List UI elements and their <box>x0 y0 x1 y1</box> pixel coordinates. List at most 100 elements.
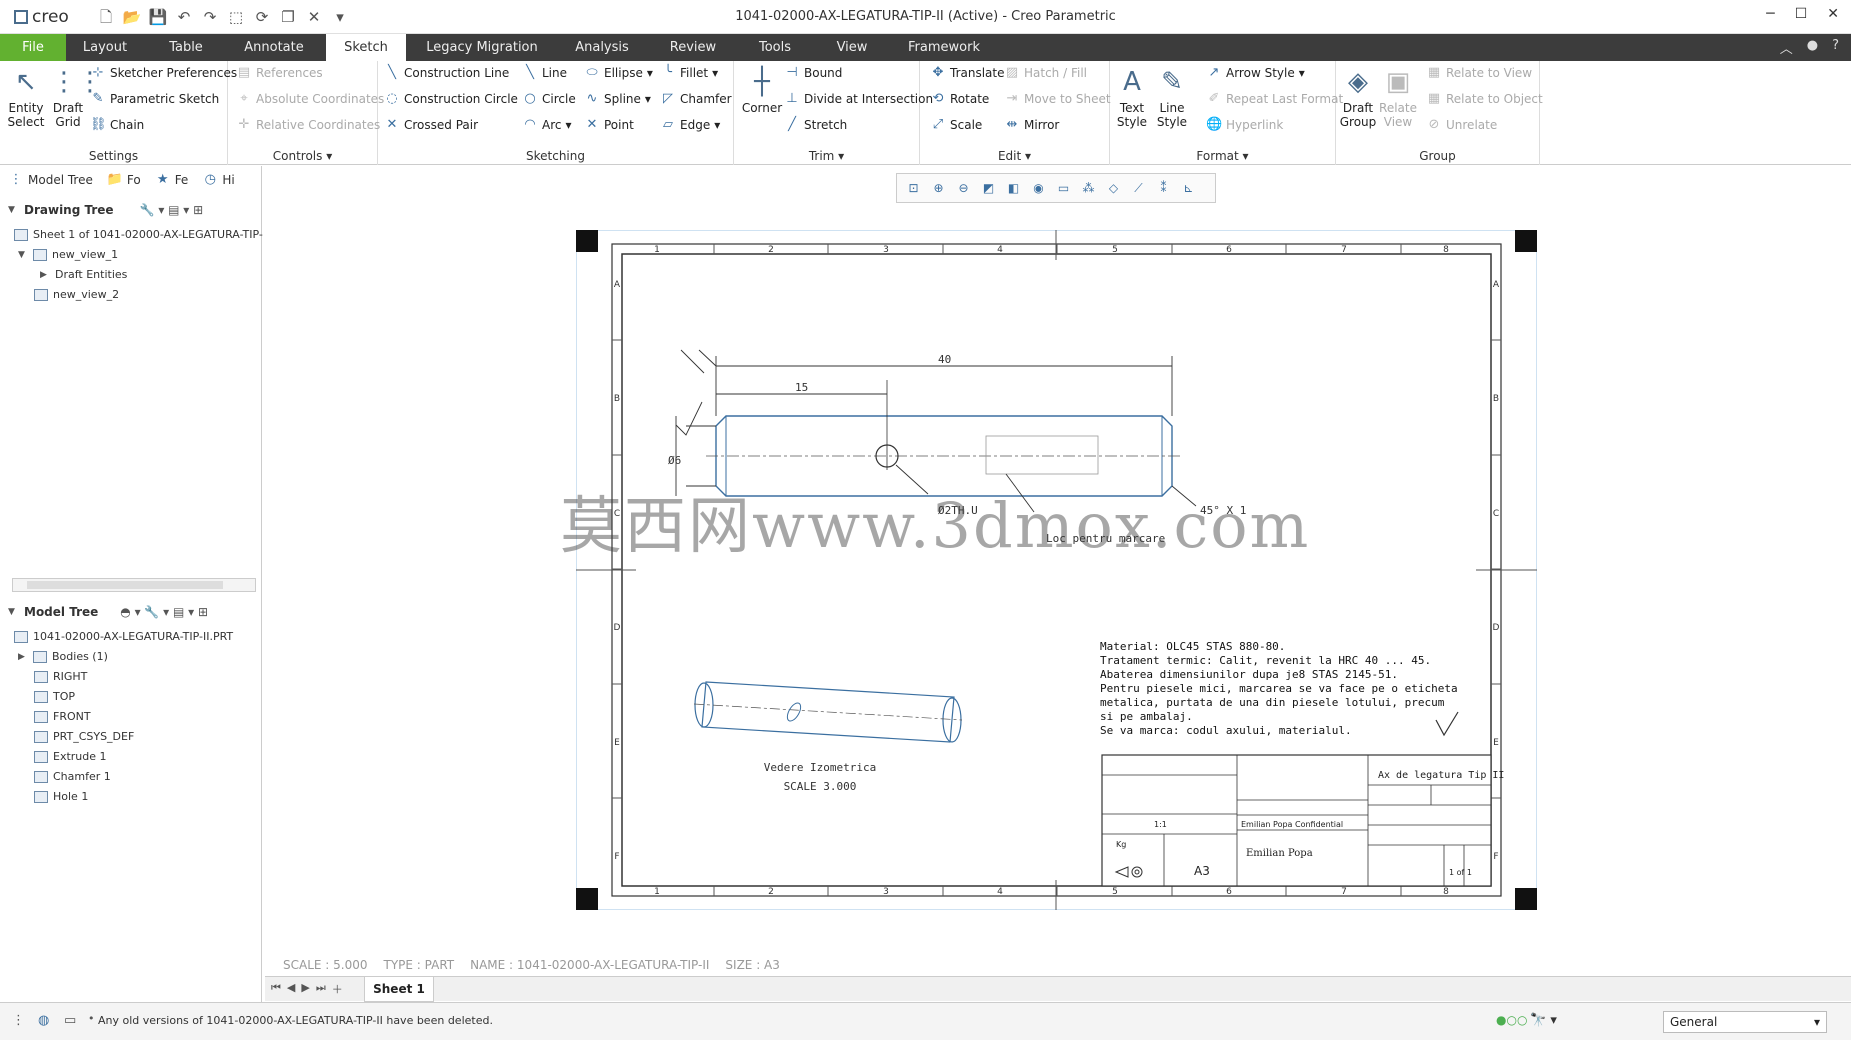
axis-display-icon[interactable]: ⟋ <box>1128 178 1149 198</box>
tree-item-part[interactable]: 1041-02000-AX-LEGATURA-TIP-II.PRT <box>14 630 233 643</box>
tab-model-tree[interactable]: ⋮ Model Tree <box>8 172 93 188</box>
tree-item-bodies[interactable]: ▶ Bodies (1) <box>18 650 108 663</box>
sheet-tab-1[interactable]: Sheet 1 <box>364 977 434 1002</box>
fillet-button[interactable]: ╰ Fillet ▾ <box>660 65 718 81</box>
collapse-ribbon-icon[interactable]: ︿ <box>1780 38 1793 57</box>
stretch-button[interactable]: ╱ Stretch <box>784 117 847 133</box>
first-sheet-icon[interactable]: ⏮ <box>271 981 281 997</box>
show-navigator-icon[interactable]: ⋮ <box>12 1013 25 1028</box>
point-button[interactable]: ✕ Point <box>584 117 634 133</box>
full-screen-icon[interactable]: ▭ <box>64 1013 76 1028</box>
regenerate-icon[interactable]: ⟳ <box>252 8 272 26</box>
edge-button[interactable]: ▱ Edge ▾ <box>660 117 720 133</box>
tree-item-draft-entities[interactable]: ▶ Draft Entities <box>40 268 127 281</box>
construction-line-button[interactable]: ╲ Construction Line <box>384 65 509 81</box>
bound-button[interactable]: ⊣ Bound <box>784 65 842 81</box>
add-sheet-icon[interactable]: ＋ <box>332 981 343 997</box>
drawing-tree-header[interactable]: ▼ Drawing Tree 🔧 ▾ ▤ ▾ ⊞ <box>8 198 203 222</box>
open-file-icon[interactable]: 📂 <box>122 8 142 26</box>
arrow-style-button[interactable]: ↗ Arrow Style ▾ <box>1206 65 1305 81</box>
tree-item-new-view-1[interactable]: ▼ new_view_1 <box>18 248 118 261</box>
relative-coordinates-button[interactable]: ✛ Relative Coordinates <box>236 117 381 133</box>
entity-select-button[interactable]: ↖ Entity Select <box>6 65 46 129</box>
find-icon[interactable]: 🔭 ▾ <box>1530 1013 1557 1028</box>
tab-file[interactable]: File <box>0 34 66 61</box>
regeneration-status-icon[interactable]: ●○○ <box>1496 1013 1527 1027</box>
construction-circle-button[interactable]: ◌ Construction Circle <box>384 91 518 107</box>
plane-display-icon[interactable]: ◇ <box>1103 178 1124 198</box>
arc-button[interactable]: ◠ Arc ▾ <box>522 117 571 133</box>
text-style-button[interactable]: A Text Style <box>1112 65 1152 129</box>
relate-view-button[interactable]: ▣ Relate View <box>1378 65 1418 129</box>
refit-icon[interactable]: ⊡ <box>903 178 924 198</box>
next-sheet-icon[interactable]: ▶ <box>301 981 309 997</box>
point-display-icon[interactable]: ⁑ <box>1153 178 1174 198</box>
draft-group-button[interactable]: ◈ Draft Group <box>1338 65 1378 129</box>
format-label[interactable]: Format ▾ <box>1110 149 1335 163</box>
parametric-sketch-button[interactable]: ✎ Parametric Sketch <box>90 91 220 107</box>
ellipse-button[interactable]: ⬭ Ellipse ▾ <box>584 65 652 81</box>
model-tree-tools-icon[interactable]: ◓ ▾ 🔧 ▾ ▤ ▾ ⊞ <box>120 605 208 619</box>
selection-filter[interactable]: General ▾ <box>1663 1011 1827 1033</box>
tab-annotate[interactable]: Annotate <box>236 34 312 61</box>
undo-icon[interactable]: ↶ <box>174 8 194 26</box>
title-block[interactable]: Ax de legatura Tip II Emilian Popa Confi… <box>1101 754 1504 887</box>
tab-table[interactable]: Table <box>156 34 216 61</box>
references-button[interactable]: ▤ References <box>236 65 323 81</box>
tree-item-chamfer[interactable]: Chamfer 1 <box>34 770 111 783</box>
zoom-in-icon[interactable]: ⊕ <box>928 178 949 198</box>
corner-button[interactable]: ┼ Corner <box>738 65 786 115</box>
close-window-icon[interactable]: ✕ <box>304 8 324 26</box>
tree-item-extrude[interactable]: Extrude 1 <box>34 750 107 763</box>
expand-arrow-icon[interactable]: ▼ <box>18 250 28 260</box>
display-style-icon[interactable]: ◧ <box>1003 178 1024 198</box>
chain-button[interactable]: ⛓ Chain <box>90 117 144 133</box>
tree-item-front[interactable]: FRONT <box>34 710 91 723</box>
line-button[interactable]: ╲ Line <box>522 65 567 81</box>
maximize-icon[interactable]: ☐ <box>1795 6 1808 22</box>
draft-grid-button[interactable]: ⋮⋮ Draft Grid <box>48 65 103 129</box>
hatch-fill-button[interactable]: ▨ Hatch / Fill <box>1004 65 1087 81</box>
circle-button[interactable]: ○ Circle <box>522 91 575 107</box>
tree-item-csys[interactable]: PRT_CSYS_DEF <box>34 730 134 743</box>
tab-sketch[interactable]: Sketch <box>326 34 406 61</box>
relate-to-view-button[interactable]: ▦ Relate to View <box>1426 65 1532 81</box>
repeat-last-format-button[interactable]: ✐ Repeat Last Format <box>1206 91 1344 107</box>
tab-folder-browser[interactable]: 📁 Fo <box>107 172 141 188</box>
new-file-icon[interactable]: 🗋 <box>96 8 116 26</box>
saved-views-icon[interactable]: ◉ <box>1028 178 1049 198</box>
controls-label[interactable]: Controls ▾ <box>228 149 377 163</box>
customize-qat-icon[interactable]: ▾ <box>330 8 350 26</box>
tab-history[interactable]: ◷ Hi <box>202 172 235 188</box>
tab-tools[interactable]: Tools <box>746 34 804 61</box>
windows-icon[interactable]: ❐ <box>278 8 298 26</box>
save-icon[interactable]: 💾 <box>148 8 168 26</box>
absolute-coordinates-button[interactable]: ⌖ Absolute Coordinates <box>236 91 384 107</box>
tree-item-new-view-2[interactable]: new_view_2 <box>34 288 119 301</box>
tab-favorites[interactable]: ★ Fe <box>155 172 188 188</box>
unrelate-button[interactable]: ⊘ Unrelate <box>1426 117 1498 133</box>
translate-button[interactable]: ✥ Translate <box>930 65 1005 81</box>
spline-button[interactable]: ∿ Spline ▾ <box>584 91 651 107</box>
view-manager-icon[interactable]: ▭ <box>1053 178 1074 198</box>
edit-label[interactable]: Edit ▾ <box>920 149 1109 163</box>
hyperlink-button[interactable]: 🌐 Hyperlink <box>1206 117 1283 133</box>
tree-item-sheet[interactable]: Sheet 1 of 1041-02000-AX-LEGATURA-TIP-II… <box>14 228 273 241</box>
help-icon[interactable]: ? <box>1832 38 1839 57</box>
mirror-button[interactable]: ⇹ Mirror <box>1004 117 1060 133</box>
user-icon[interactable]: ● <box>1807 38 1818 57</box>
close-icon[interactable]: ✕ <box>1827 6 1839 22</box>
sketcher-preferences-button[interactable]: ⊹ Sketcher Preferences <box>90 65 238 81</box>
trim-label[interactable]: Trim ▾ <box>734 149 919 163</box>
line-style-button[interactable]: ✎ Line Style <box>1152 65 1192 129</box>
tab-layout[interactable]: Layout <box>72 34 138 61</box>
crossed-pair-button[interactable]: ✕ Crossed Pair <box>384 117 478 133</box>
browser-icon[interactable]: ◍ <box>38 1013 49 1028</box>
model-tree-header[interactable]: ▼ Model Tree ◓ ▾ 🔧 ▾ ▤ ▾ ⊞ <box>8 600 208 624</box>
datum-display-icon[interactable]: ⁂ <box>1078 178 1099 198</box>
move-to-sheet-button[interactable]: ⇥ Move to Sheet <box>1004 91 1111 107</box>
horizontal-scrollbar[interactable] <box>12 578 256 592</box>
drawing-tree-tools-icon[interactable]: 🔧 ▾ ▤ ▾ ⊞ <box>140 203 204 217</box>
tab-analysis[interactable]: Analysis <box>566 34 638 61</box>
tree-item-hole[interactable]: Hole 1 <box>34 790 88 803</box>
